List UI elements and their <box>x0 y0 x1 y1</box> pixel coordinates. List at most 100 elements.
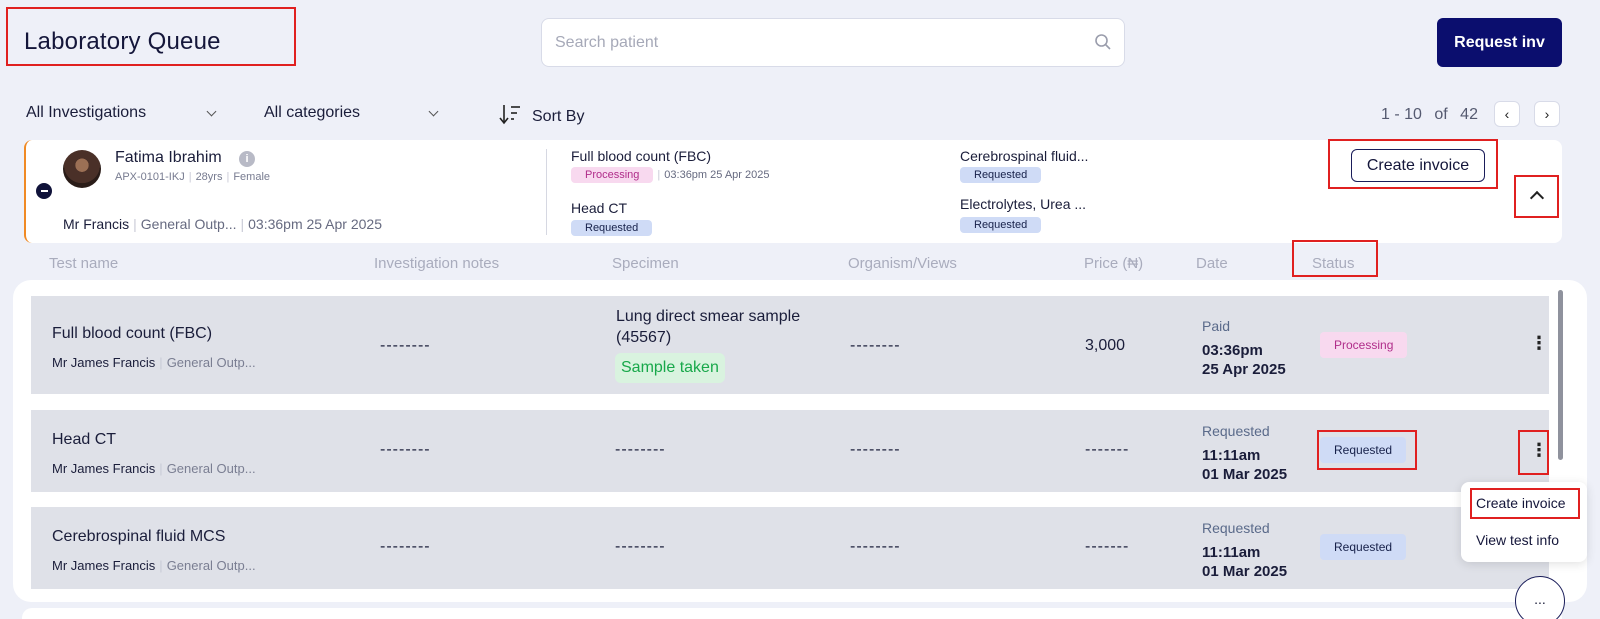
more-actions-fab[interactable]: ... <box>1515 576 1565 619</box>
chevron-down-icon <box>206 106 217 116</box>
patient-age: 28yrs <box>195 171 223 183</box>
row-date: 25 Apr 2025 <box>1202 361 1286 378</box>
row-price: 3,000 <box>1085 337 1126 354</box>
col-specimen: Specimen <box>612 255 679 272</box>
row-date-label: Paid <box>1202 318 1231 334</box>
test-date: 03:36pm 25 Apr 2025 <box>664 169 770 181</box>
row-dept: General Outp... <box>166 355 256 370</box>
col-date: Date <box>1196 255 1228 272</box>
info-icon[interactable]: i <box>239 151 255 167</box>
row-specimen: -------- <box>615 441 666 458</box>
status-badge: Requested <box>960 217 1042 233</box>
avatar <box>63 150 101 188</box>
patient-name: Fatima Ibrahim <box>115 149 222 166</box>
investigations-filter[interactable]: All Investigations <box>26 104 217 122</box>
row-price: ------- <box>1085 441 1130 458</box>
test-name: Head CT <box>571 200 628 216</box>
more-icon: ... <box>1534 591 1546 607</box>
sort-by-control[interactable]: Sort By <box>498 103 584 130</box>
scrollbar[interactable] <box>1558 290 1563 460</box>
status-badge: Requested <box>571 220 653 236</box>
sort-by-label: Sort By <box>532 107 585 125</box>
patient-id: APX-0101-IKJ <box>115 171 185 183</box>
categories-filter[interactable]: All categories <box>264 104 439 122</box>
status-badge: Processing <box>1320 332 1408 358</box>
test-name: Full blood count (FBC) <box>571 148 712 164</box>
col-investigation-notes: Investigation notes <box>374 255 500 272</box>
row-dept: General Outp... <box>166 461 256 476</box>
row-test-name: Cerebrospinal fluid MCS <box>52 528 226 545</box>
divider <box>546 149 547 235</box>
col-organism-views: Organism/Views <box>848 255 957 272</box>
patient-gender: Female <box>233 171 271 183</box>
test-status-row: Requested <box>960 215 1042 233</box>
test-name: Cerebrospinal fluid... <box>960 148 1089 164</box>
row-doctor: Mr James Francis <box>52 461 156 476</box>
row-test-name: Head CT <box>52 431 117 448</box>
row-price: ------- <box>1085 538 1130 555</box>
search-icon[interactable] <box>1094 33 1112 56</box>
row-specimen-id: (45567) <box>616 329 672 346</box>
row-dept: General Outp... <box>166 558 256 573</box>
test-status-row: Requested <box>571 218 653 236</box>
col-test-name: Test name <box>49 255 119 272</box>
create-invoice-button[interactable]: Create invoice <box>1351 149 1485 182</box>
row-time: 11:11am <box>1202 447 1261 464</box>
patient-meta: APX-0101-IKJ | 28yrs | Female <box>115 171 271 183</box>
search-input[interactable] <box>542 19 1062 66</box>
pagination-of: of <box>1434 106 1448 123</box>
pagination-info: 1 - 10 of 42 <box>1381 106 1478 124</box>
chevron-left-icon: ‹ <box>1504 106 1510 122</box>
collapse-icon[interactable] <box>36 183 52 199</box>
row-organism: -------- <box>850 337 901 354</box>
row-organism: -------- <box>850 441 901 458</box>
row-date: 01 Mar 2025 <box>1202 466 1288 483</box>
chevron-down-icon <box>428 106 439 116</box>
prev-page-button[interactable]: ‹ <box>1494 101 1520 127</box>
row-doctor: Mr James Francis <box>52 558 156 573</box>
investigations-filter-label: All Investigations <box>26 104 147 121</box>
test-status-row: Requested <box>960 165 1042 183</box>
categories-filter-label: All categories <box>264 104 361 121</box>
more-options-icon[interactable]: ⋮ <box>1530 334 1548 352</box>
row-doctor-info: Mr James Francis | General Outp... <box>52 355 256 370</box>
row-specimen: -------- <box>615 538 666 555</box>
more-options-icon[interactable]: ⋮ <box>1530 441 1548 459</box>
row-notes: -------- <box>380 337 431 354</box>
row-doctor-info: Mr James Francis | General Outp... <box>52 461 256 476</box>
department: General Outp... <box>140 216 237 232</box>
search-box[interactable] <box>541 18 1125 67</box>
next-card-edge <box>22 608 1562 619</box>
doctor-name: Mr Francis <box>63 216 130 232</box>
page-title: Laboratory Queue <box>24 28 221 55</box>
row-doctor: Mr James Francis <box>52 355 156 370</box>
sample-taken-badge: Sample taken <box>615 353 725 383</box>
status-badge: Requested <box>1320 437 1407 463</box>
row-date-label: Requested <box>1202 520 1270 536</box>
request-investigation-button[interactable]: Request inv <box>1437 18 1562 67</box>
menu-view-test-info[interactable]: View test info <box>1476 532 1559 548</box>
menu-create-invoice[interactable]: Create invoice <box>1476 495 1566 511</box>
pagination-range: 1 - 10 <box>1381 106 1422 123</box>
row-test-name: Full blood count (FBC) <box>52 325 213 342</box>
visit-datetime: 03:36pm 25 Apr 2025 <box>248 216 383 232</box>
sort-icon <box>498 103 522 130</box>
row-specimen: Lung direct smear sample <box>616 308 801 325</box>
status-badge: Requested <box>1320 534 1407 560</box>
row-date: 01 Mar 2025 <box>1202 563 1288 580</box>
row-date-label: Requested <box>1202 423 1270 439</box>
row-organism: -------- <box>850 538 901 555</box>
status-highlight-box <box>1292 240 1378 277</box>
test-status-row: Processing | 03:36pm 25 Apr 2025 <box>571 167 769 183</box>
row-time: 11:11am <box>1202 544 1261 561</box>
row-notes: -------- <box>380 538 431 555</box>
next-page-button[interactable]: › <box>1534 101 1560 127</box>
test-name: Electrolytes, Urea ... <box>960 196 1087 212</box>
chevron-right-icon: › <box>1544 106 1550 122</box>
status-badge: Processing <box>571 167 654 183</box>
pagination-total: 42 <box>1460 106 1478 123</box>
status-badge: Requested <box>960 167 1042 183</box>
row-notes: -------- <box>380 441 431 458</box>
row-doctor-info: Mr James Francis | General Outp... <box>52 558 256 573</box>
row-time: 03:36pm <box>1202 342 1263 359</box>
